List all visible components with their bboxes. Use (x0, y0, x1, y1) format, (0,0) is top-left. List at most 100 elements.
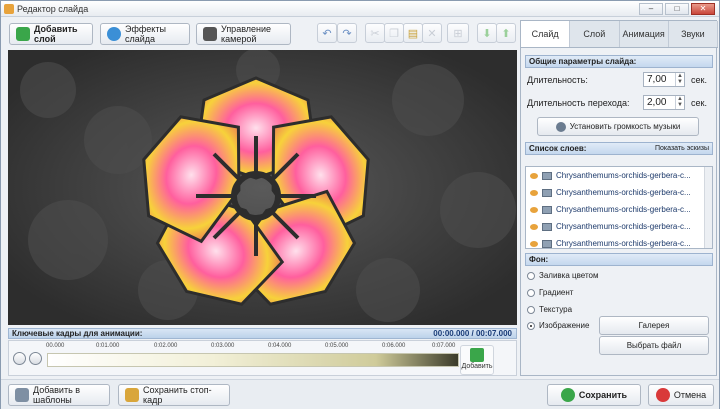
bg-image-radio[interactable]: Изображение (527, 321, 589, 330)
bg-image-label: Изображение (539, 321, 590, 330)
checkmark-icon (560, 388, 575, 402)
transition-label: Длительность перехода: (527, 98, 630, 108)
duration-unit: сек. (691, 75, 707, 85)
camera-control-label: Управление камерой (221, 24, 272, 44)
cancel-label: Отмена (673, 390, 707, 400)
transition-input[interactable]: 2,00 ▲ ▼ (643, 95, 685, 110)
snapshot-icon (125, 388, 139, 402)
save-frame-button[interactable]: Сохранить стоп-кадр (118, 384, 230, 406)
play-button[interactable] (13, 352, 26, 365)
list-item[interactable]: Chrysanthemums-orchids-gerbera-c... (526, 184, 712, 201)
visibility-icon[interactable] (530, 189, 538, 196)
undo-button[interactable]: ↶ (317, 23, 337, 43)
gallery-button[interactable]: Галерея (599, 316, 709, 335)
time-readout: 00:00.000 / 00:07.000 (433, 329, 512, 338)
save-frame-label: Сохранить стоп-кадр (143, 385, 212, 405)
layer-list-scrollbar[interactable] (704, 167, 712, 248)
timeline-tick: 0:01.000 (96, 343, 120, 349)
keyframes-header: Ключевые кадры для анимации: 00:00.000 /… (8, 328, 517, 339)
layer-name: Chrysanthemums-orchids-gerbera-c... (556, 171, 691, 180)
delete-button[interactable]: ✕ (422, 23, 442, 43)
bg-texture-label: Текстура (539, 305, 573, 314)
copy-button[interactable]: ❐ (384, 23, 404, 43)
speaker-icon (555, 121, 566, 132)
visibility-icon[interactable] (530, 240, 538, 247)
add-to-templates-button[interactable]: Добавить в шаблоны (8, 384, 110, 406)
cancel-icon (655, 388, 670, 402)
show-thumbnails-toggle[interactable]: Показать эскизы (655, 143, 709, 154)
minimize-button[interactable]: – (639, 3, 663, 15)
music-volume-label: Установить громкость музыки (569, 122, 681, 131)
add-layer-button[interactable]: Добавить слой (9, 23, 93, 45)
transition-value: 2,00 (647, 97, 667, 108)
music-volume-button[interactable]: Установить громкость музыки (537, 117, 699, 136)
tab-sounds[interactable]: Звуки (669, 21, 718, 47)
layer-name: Chrysanthemums-orchids-gerbera-c... (556, 239, 691, 248)
image-icon (542, 239, 552, 248)
add-keyframe-label: Добавить (461, 363, 493, 370)
timeline-tick: 0:02.000 (154, 343, 178, 349)
timeline: 00.000 0:01.000 0:02.000 0:03.000 0:04.0… (8, 340, 517, 376)
choose-file-button[interactable]: Выбрать файл (599, 336, 709, 355)
cut-button[interactable]: ✂ (365, 23, 385, 43)
camera-control-button[interactable]: Управление камерой (196, 23, 291, 45)
tab-animation[interactable]: Анимация (620, 21, 669, 47)
image-icon (542, 188, 552, 197)
redo-button[interactable]: ↷ (337, 23, 357, 43)
maximize-button[interactable]: □ (665, 3, 689, 15)
tab-layer[interactable]: Слой (570, 21, 620, 47)
timeline-track[interactable] (47, 353, 459, 367)
title-bar: Редактор слайда – □ ✕ (1, 1, 719, 17)
background-header: Фон: (525, 253, 713, 266)
stop-button[interactable] (29, 352, 42, 365)
image-icon (542, 171, 552, 180)
slide-preview-canvas[interactable] (8, 50, 517, 325)
list-item[interactable]: Chrysanthemums-orchids-gerbera-c... (526, 235, 712, 248)
flower-collage-image (8, 50, 517, 325)
visibility-icon[interactable] (530, 223, 538, 230)
visibility-icon[interactable] (530, 172, 538, 179)
duration-input[interactable]: 7,00 ▲ ▼ (643, 72, 685, 87)
close-button[interactable]: ✕ (691, 3, 715, 15)
slide-editor-window: Редактор слайда – □ ✕ Добавить слой Эффе… (0, 0, 720, 409)
app-icon (4, 4, 14, 14)
duration-value: 7,00 (647, 74, 667, 85)
bg-fill-radio[interactable]: Заливка цветом (527, 271, 598, 280)
timeline-tick: 0:07.000 (432, 343, 456, 349)
timeline-tick: 0:04.000 (268, 343, 292, 349)
add-to-templates-label: Добавить в шаблоны (33, 385, 81, 405)
list-item[interactable]: Chrysanthemums-orchids-gerbera-c... (526, 218, 712, 235)
image-icon (542, 222, 552, 231)
image-icon (542, 205, 552, 214)
save-label: Сохранить (578, 390, 628, 400)
slide-effects-button[interactable]: Эффекты слайда (100, 23, 190, 45)
keyframes-label: Ключевые кадры для анимации: (12, 329, 143, 338)
plus-icon (470, 348, 484, 362)
bg-gradient-radio[interactable]: Градиент (527, 288, 573, 297)
save-button[interactable]: Сохранить (547, 384, 641, 406)
align-dropdown-button[interactable]: ⊞ (447, 23, 469, 43)
layer-name: Chrysanthemums-orchids-gerbera-c... (556, 205, 691, 214)
bg-fill-label: Заливка цветом (539, 271, 599, 280)
layer-list-title: Список слоев: (529, 144, 587, 153)
timeline-tick: 0:05.000 (325, 343, 349, 349)
list-item[interactable]: Chrysanthemums-orchids-gerbera-c... (526, 201, 712, 218)
tab-slide[interactable]: Слайд (521, 21, 571, 47)
move-down-button[interactable]: ⬇ (477, 23, 497, 43)
layer-name: Chrysanthemums-orchids-gerbera-c... (556, 222, 691, 231)
window-title: Редактор слайда (17, 4, 89, 14)
paste-button[interactable]: ▤ (403, 23, 423, 43)
plus-icon (16, 27, 30, 41)
list-item[interactable]: Chrysanthemums-orchids-gerbera-c... (526, 167, 712, 184)
layer-list[interactable]: Chrysanthemums-orchids-gerbera-c... Chry… (525, 166, 713, 249)
bottom-bar: Добавить в шаблоны Сохранить стоп-кадр С… (1, 379, 719, 409)
visibility-icon[interactable] (530, 206, 538, 213)
bg-texture-radio[interactable]: Текстура (527, 305, 572, 314)
effects-icon (107, 27, 121, 41)
add-keyframe-button[interactable]: Добавить (460, 345, 494, 375)
add-layer-label: Добавить слой (34, 24, 78, 44)
move-up-button[interactable]: ⬆ (496, 23, 516, 43)
transition-unit: сек. (691, 98, 707, 108)
cancel-button[interactable]: Отмена (648, 384, 714, 406)
layer-list-header: Список слоев: Показать эскизы (525, 142, 713, 155)
